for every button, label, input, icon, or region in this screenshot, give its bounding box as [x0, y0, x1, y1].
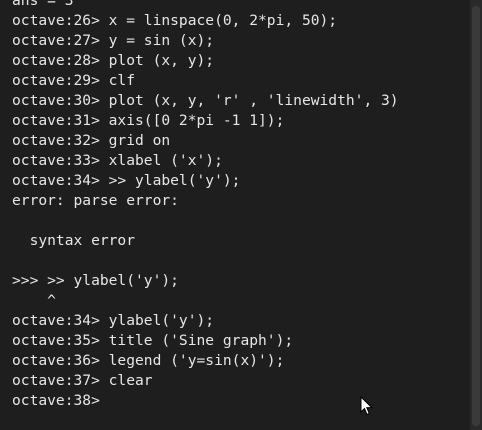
terminal-line: octave:31> axis([0 2*pi -1 1]); [12, 112, 285, 129]
terminal-line: octave:27> y = sin (x); [12, 32, 215, 49]
terminal-output: ans = 3 octave:26> x = linspace(0, 2*pi,… [12, 0, 466, 411]
scrollbar-thumb[interactable] [472, 6, 480, 426]
error-line: >>> >> ylabel('y'); [12, 272, 179, 289]
error-line: syntax error [12, 232, 136, 249]
terminal-line: octave:26> x = linspace(0, 2*pi, 50); [12, 12, 338, 29]
octave-terminal[interactable]: ans = 3 octave:26> x = linspace(0, 2*pi,… [0, 0, 482, 430]
terminal-line: octave:30> plot (x, y, 'r' , 'linewidth'… [12, 92, 399, 109]
terminal-line: octave:34> ylabel('y'); [12, 312, 215, 329]
arrow-pointer-icon [360, 396, 374, 416]
terminal-line: ans = 3 [12, 0, 74, 9]
terminal-line: octave:32> grid on [12, 132, 171, 149]
terminal-line: octave:29> clf [12, 72, 136, 89]
terminal-line: octave:34> >> ylabel('y'); [12, 172, 241, 189]
terminal-line: octave:35> title ('Sine graph'); [12, 332, 294, 349]
terminal-line: octave:36> legend ('y=sin(x)'); [12, 352, 285, 369]
vertical-scrollbar[interactable] [470, 0, 482, 430]
terminal-line: octave:28> plot (x, y); [12, 52, 215, 69]
error-caret-line: ^ [12, 292, 56, 309]
error-line: error: parse error: [12, 192, 179, 209]
current-prompt-line[interactable]: octave:38> [12, 391, 466, 411]
terminal-line: octave:37> clear [12, 372, 153, 389]
terminal-line: octave:33> xlabel ('x'); [12, 152, 223, 169]
